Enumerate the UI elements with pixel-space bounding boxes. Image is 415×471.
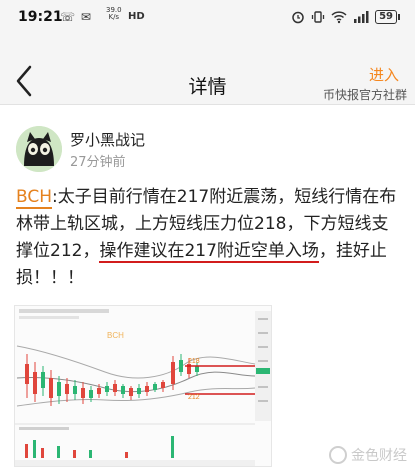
- post-content: BCH:太子目前行情在217附近震荡，短线行情在布林带上轨区城，上方短线压力位2…: [16, 184, 404, 292]
- net-speed-unit: K/s: [108, 13, 120, 21]
- alarm-icon: [292, 11, 304, 24]
- watermark: 金色财经: [329, 445, 407, 465]
- price-scale: [255, 311, 271, 421]
- kline-chart: BCH 218 212: [15, 306, 271, 466]
- signal-icon: [354, 11, 369, 23]
- author-name[interactable]: 罗小黑战记: [70, 129, 145, 150]
- app-header: 详情 进入 币快报官方社群: [0, 34, 415, 105]
- battery-icon: 59: [375, 10, 400, 24]
- enter-community-button[interactable]: 进入: [369, 64, 399, 85]
- watermark-text: 金色财经: [351, 448, 407, 464]
- vibrate-icon: [311, 11, 325, 23]
- status-right: 59: [291, 9, 400, 25]
- message-icon: ✉: [80, 10, 92, 24]
- notification-icons: ☏ ✉: [60, 10, 92, 24]
- avatar-cat-icon: [16, 126, 62, 172]
- network-badge: HD: [128, 11, 145, 22]
- avatar[interactable]: [16, 126, 62, 172]
- support-label: 212: [188, 394, 200, 401]
- coin-tag[interactable]: BCH: [16, 187, 53, 209]
- chart-symbol-label: BCH: [107, 331, 124, 340]
- post-chart-image[interactable]: BCH 218 212: [14, 305, 272, 467]
- chart-toolbar: [19, 309, 109, 313]
- community-link[interactable]: 币快报官方社群: [323, 86, 407, 103]
- watermark-logo-icon: [329, 446, 347, 464]
- post-text-highlight: 操作建议在217附近空单入场: [99, 241, 319, 263]
- wifi-icon: [331, 11, 347, 24]
- resistance-label: 218: [188, 358, 200, 365]
- status-bar: 19:21 ☏ ✉ 39.0 K/s HD 59: [0, 0, 415, 34]
- net-speed: 39.0 K/s: [106, 7, 122, 21]
- post-time: 27分钟前: [70, 155, 126, 170]
- phone-icon: ☏: [60, 10, 77, 24]
- status-time: 19:21: [18, 9, 63, 25]
